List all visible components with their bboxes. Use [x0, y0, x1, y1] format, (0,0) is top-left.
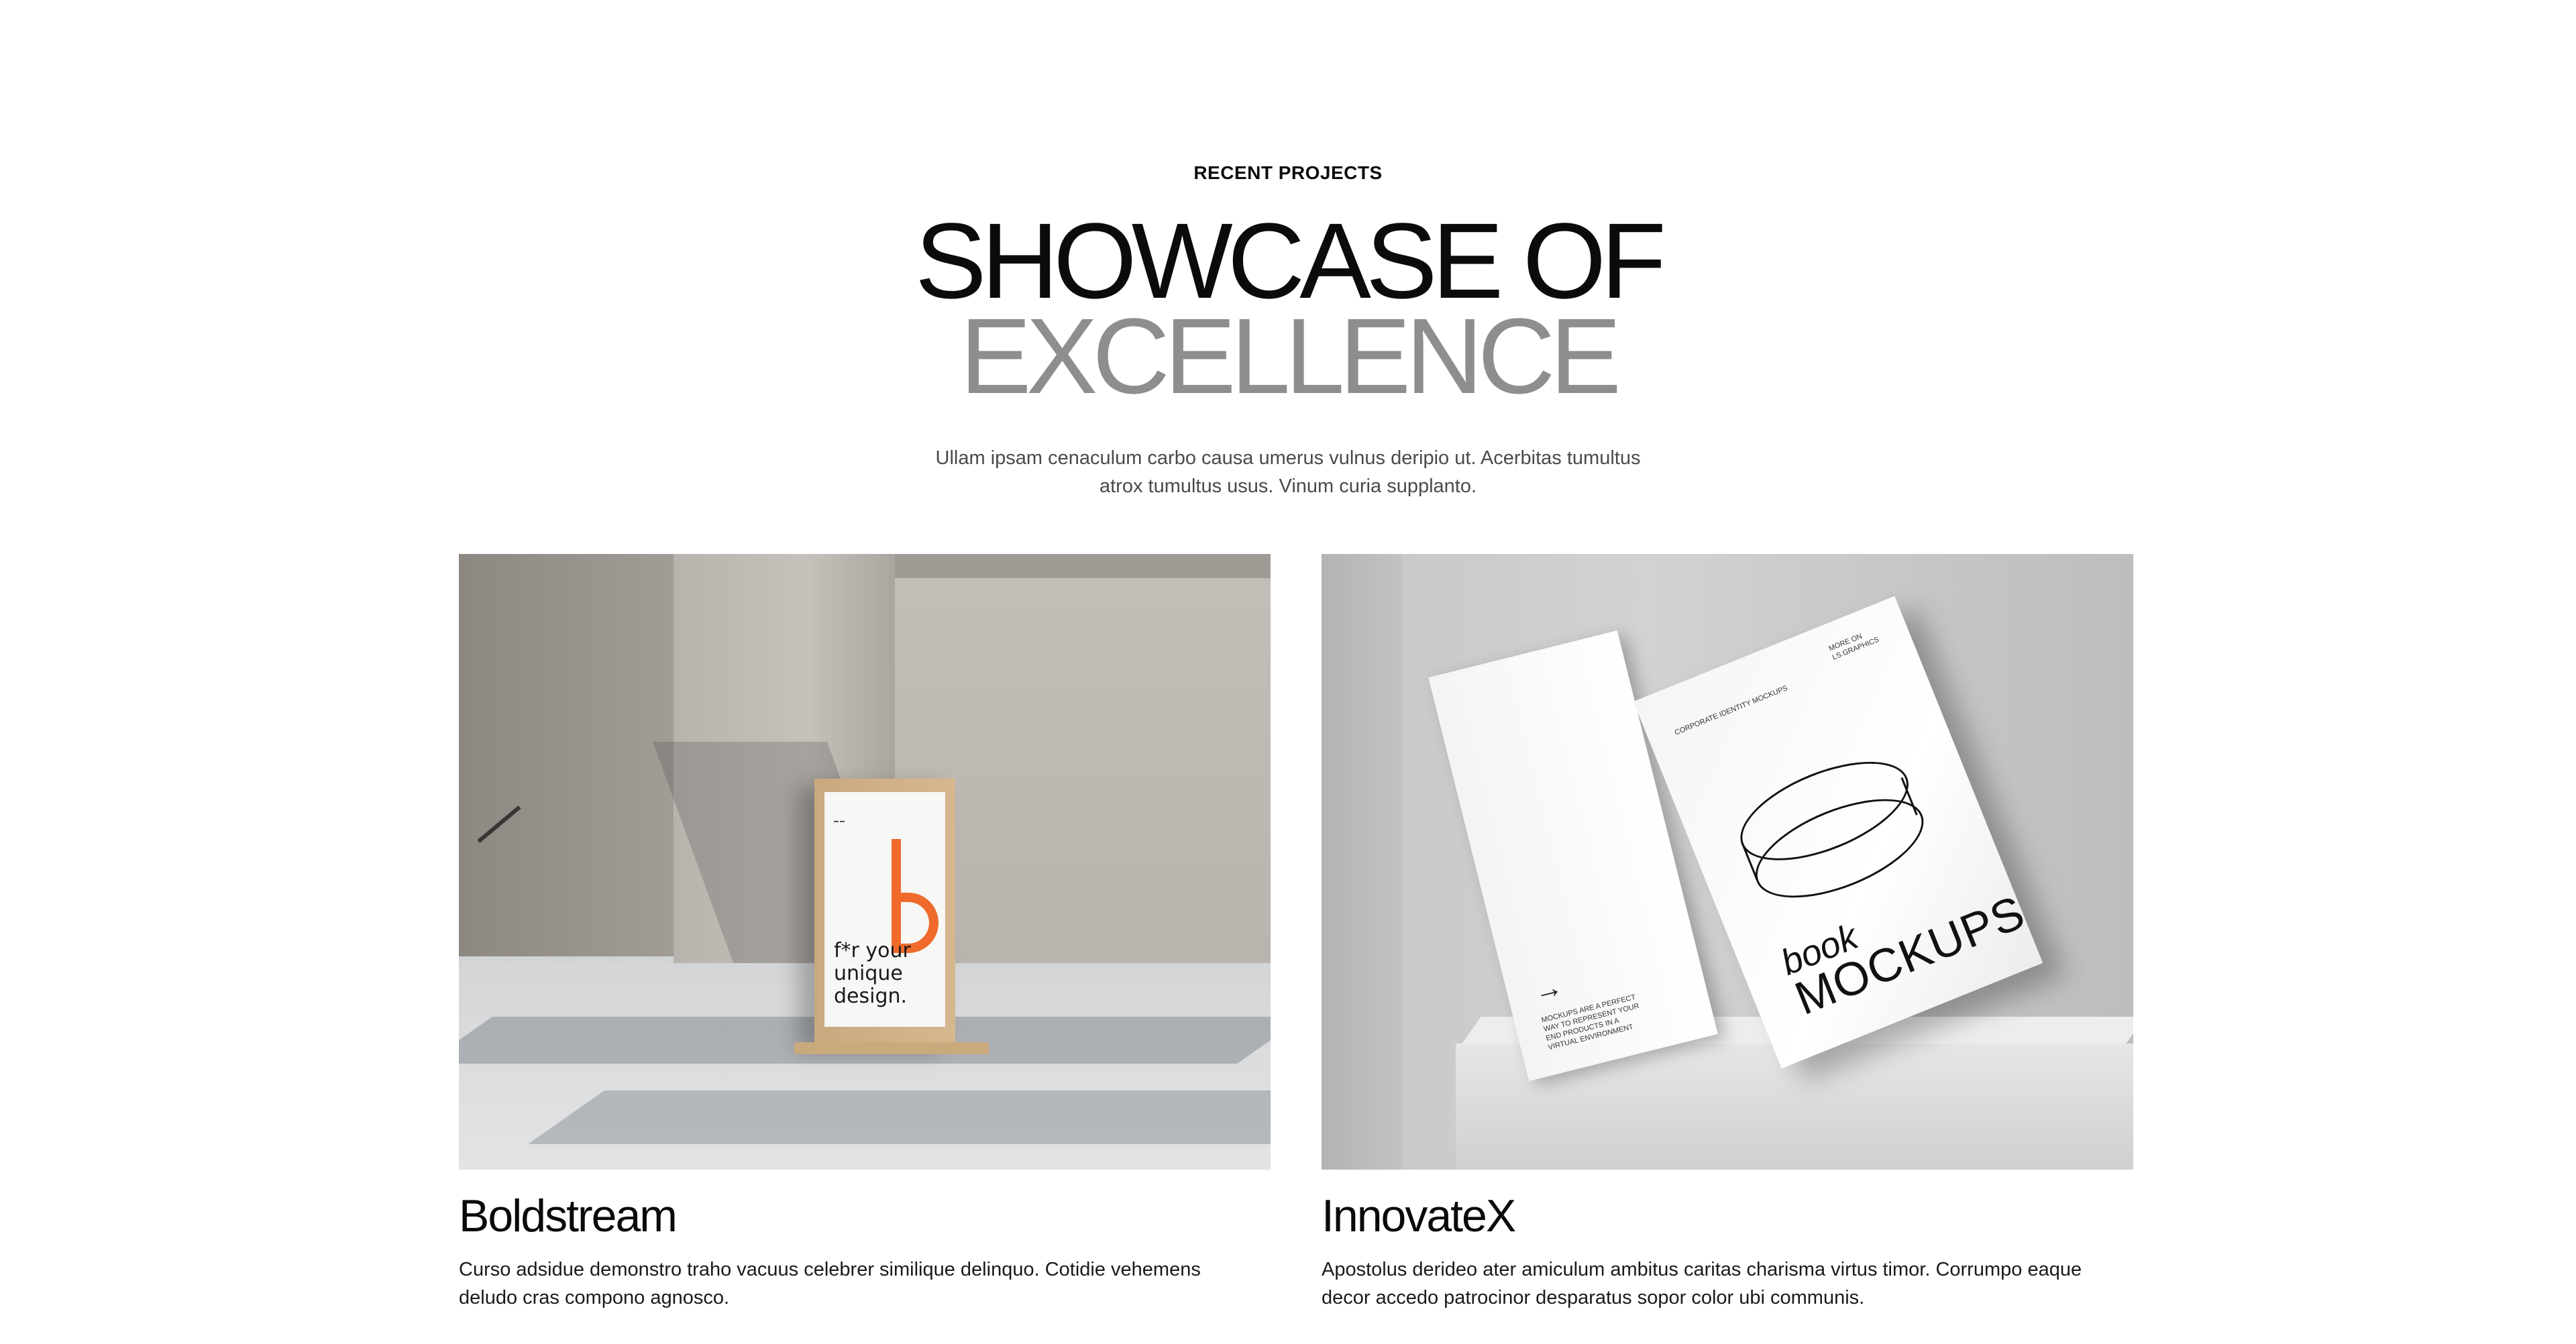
ceiling-beam [895, 554, 1271, 578]
floor-shadow [527, 1090, 1271, 1144]
project-description: Apostolus derideo ater amiculum ambitus … [1322, 1259, 2082, 1308]
cover-label-2: MORE ON LS.GRAPHICS [1827, 632, 1880, 662]
cover-label: CORPORATE IDENTITY MOCKUPS [1673, 684, 1789, 737]
wall-left [459, 554, 674, 956]
section-intro: Ullam ipsam cenaculum carbo causa umerus… [935, 447, 1641, 497]
section-title-line1: SHOWCASE OF [914, 201, 1666, 321]
project-image-innovatex[interactable]: → MOCKUPS ARE A PERFECT WAY TO REPRESENT… [1322, 554, 2133, 1170]
project-description: Curso adsidue demonstro traho vacuus cel… [459, 1259, 1201, 1308]
poster-text: f*r your unique design. [834, 939, 911, 1008]
arrow-right-icon: → [1530, 970, 1566, 1008]
section-title-line2: EXCELLENCE [959, 296, 1621, 416]
poster-tag: ▬ ▬ [834, 819, 845, 824]
project-image-boldstream[interactable]: ▬ ▬ f*r your unique design. [459, 554, 1271, 1170]
projects-section: RECENT PROJECTS SHOWCASE OF EXCELLENCE U… [0, 0, 2576, 1344]
sign-poster: ▬ ▬ f*r your unique design. [824, 792, 945, 1027]
section-title: SHOWCASE OF EXCELLENCE [0, 201, 2576, 416]
project-card-boldstream[interactable]: ▬ ▬ f*r your unique design. Boldstream C… [459, 554, 1271, 1308]
project-title[interactable]: InnovateX [1322, 1190, 1516, 1242]
project-card-innovatex[interactable]: → MOCKUPS ARE A PERFECT WAY TO REPRESENT… [1322, 554, 2133, 1308]
sign-base [794, 1042, 989, 1054]
section-eyebrow: RECENT PROJECTS [1193, 162, 1383, 183]
project-title[interactable]: Boldstream [459, 1190, 678, 1242]
wall-left [1322, 554, 1402, 1170]
